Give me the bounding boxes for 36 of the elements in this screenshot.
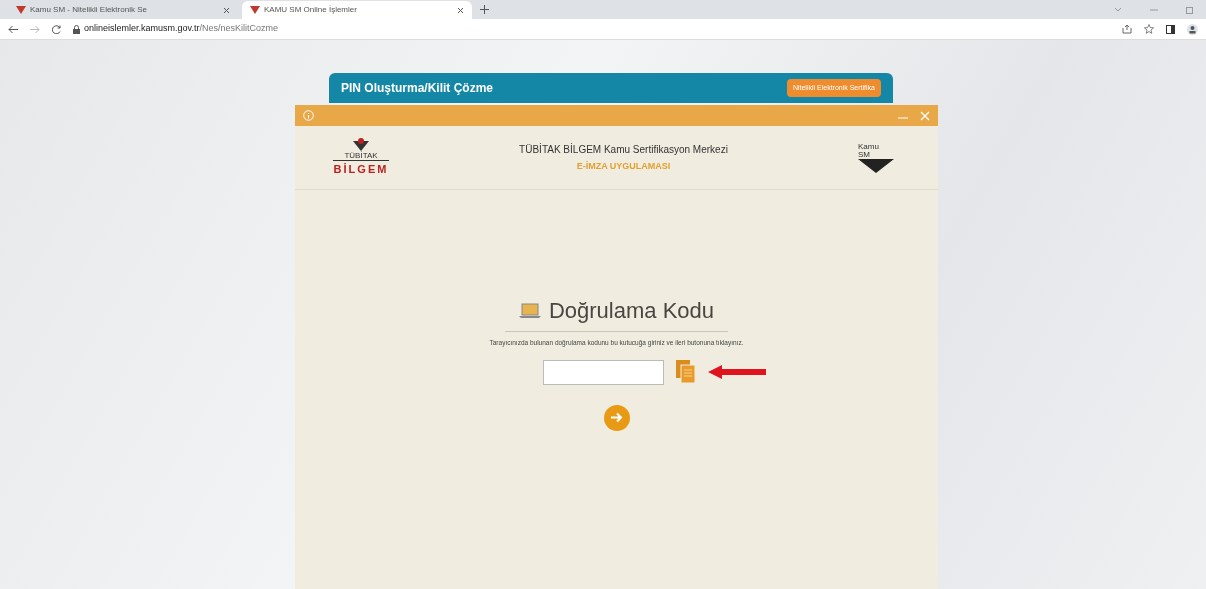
profile-icon[interactable] bbox=[1187, 23, 1198, 35]
copy-icon[interactable] bbox=[676, 360, 696, 385]
forward-icon[interactable] bbox=[30, 24, 40, 34]
info-icon[interactable] bbox=[303, 110, 314, 121]
tab-title: KAMU SM Online İşlemler bbox=[264, 4, 358, 17]
panel-title: PIN Oluşturma/Kilit Çözme bbox=[341, 80, 494, 97]
laptop-icon bbox=[518, 302, 541, 319]
tab-title: Kamu SM - Nitelikli Elektronik Se bbox=[30, 4, 148, 17]
header-subtitle: E-İMZA UYGULAMASI bbox=[576, 159, 671, 173]
logo-text: BİLGEM bbox=[333, 162, 389, 178]
reload-icon[interactable] bbox=[52, 24, 61, 34]
browser-tab[interactable]: KAMU SM Online İşlemler bbox=[242, 1, 472, 20]
minimize-icon[interactable] bbox=[1150, 6, 1158, 13]
close-icon[interactable] bbox=[457, 6, 464, 14]
share-icon[interactable] bbox=[1122, 24, 1132, 34]
logo-text: TÜBİTAK bbox=[333, 151, 389, 162]
next-button[interactable] bbox=[603, 404, 630, 431]
logo-text: SM bbox=[858, 150, 870, 159]
new-tab-icon[interactable] bbox=[480, 5, 489, 14]
close-icon[interactable] bbox=[223, 6, 230, 14]
chevron-down-icon[interactable] bbox=[1114, 6, 1122, 13]
lock-icon bbox=[73, 24, 80, 34]
restore-icon[interactable] bbox=[1186, 5, 1194, 14]
side-panel-icon[interactable] bbox=[1166, 24, 1175, 34]
logo-text: Kamu bbox=[858, 142, 879, 151]
arrow-right-icon bbox=[610, 412, 623, 424]
heading: Doğrulama Kodu bbox=[548, 297, 715, 325]
logo-mark-icon bbox=[858, 158, 894, 173]
arrow-icon bbox=[708, 365, 766, 380]
back-icon[interactable] bbox=[8, 24, 18, 34]
tab-favicon-icon bbox=[250, 5, 260, 16]
emblem-icon bbox=[353, 137, 369, 152]
tab-favicon-icon bbox=[16, 5, 26, 16]
header-title: TÜBİTAK BİLGEM Kamu Sertifikasyon Merkezi bbox=[519, 142, 728, 157]
star-icon[interactable] bbox=[1144, 24, 1154, 34]
code-input-field[interactable] bbox=[543, 359, 664, 385]
